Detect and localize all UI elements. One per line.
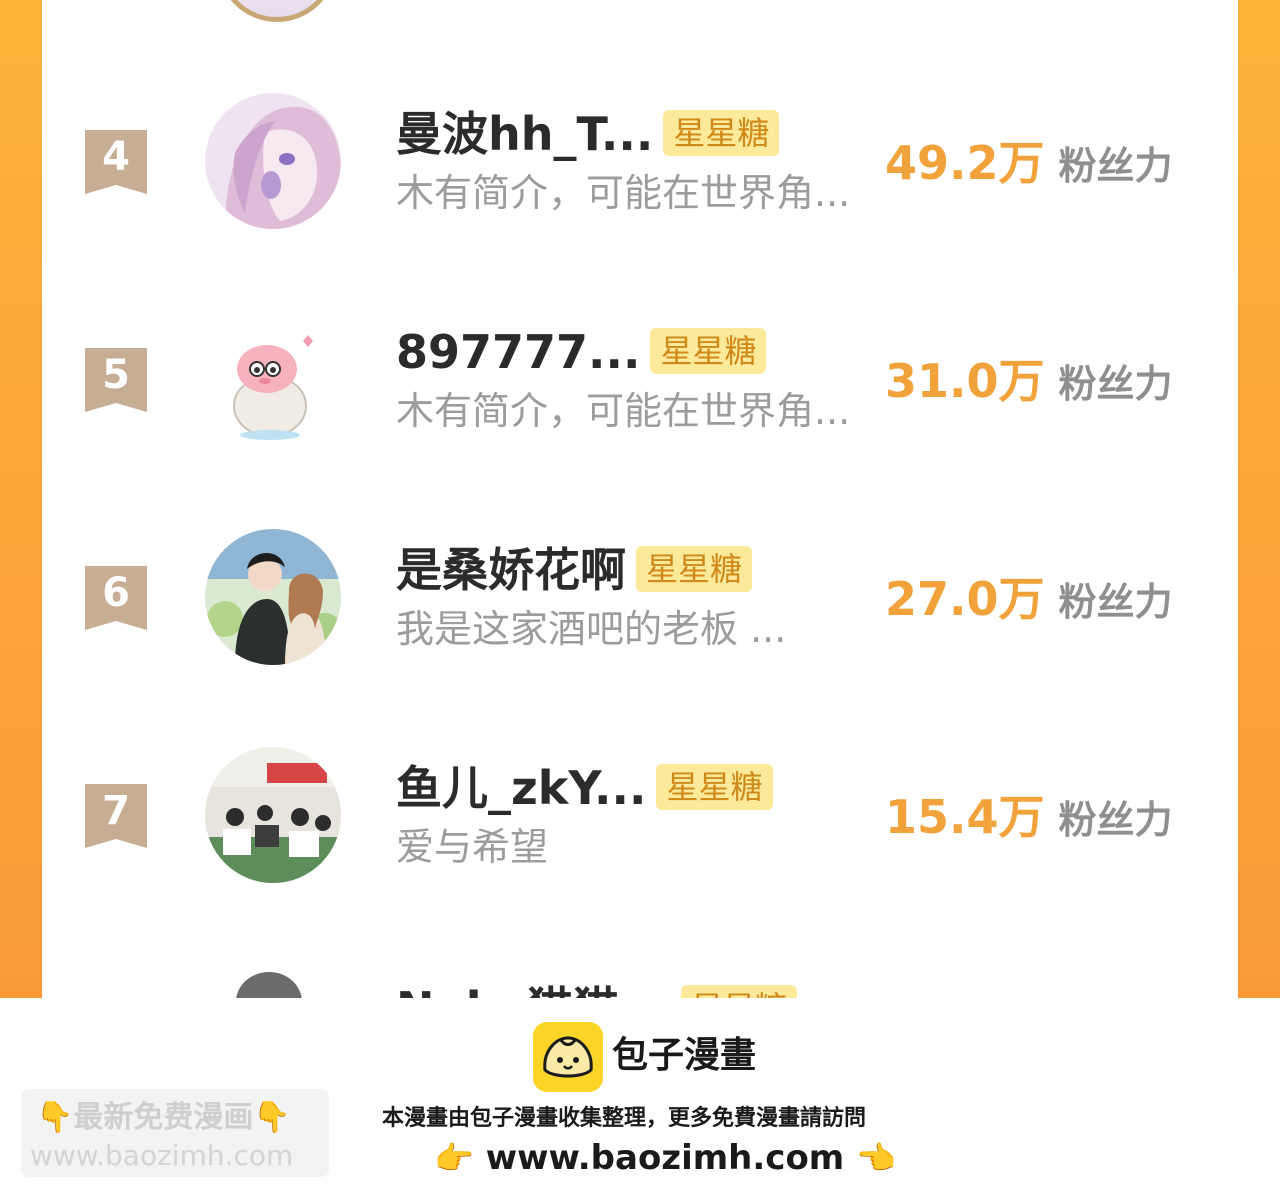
user-name-text: 是桑娇花啊 (396, 543, 626, 597)
user-name[interactable]: 曼波hh_T... 星星糖 (396, 107, 780, 161)
level-tag: 星星糖 (636, 546, 753, 592)
watermark-line2: www.baozimh.com (30, 1139, 294, 1172)
fans-value: 49.2万 (885, 136, 1045, 190)
watermark-line1: 👇最新免费漫画👇 (36, 1100, 291, 1135)
site-link[interactable]: 👉 www.baozimh.com 👈 (434, 1136, 896, 1180)
fans-unit: 粉丝力 (1058, 580, 1173, 624)
user-name-text: 鱼儿_zkY... (396, 761, 647, 815)
level-tag: 星星糖 (650, 328, 767, 374)
ranking-row[interactable]: 5 897777... 星星糖 木有简介，可能在世界角... 31.0万 粉丝力 (0, 278, 1280, 478)
user-name[interactable]: 是桑娇花啊 星星糖 (396, 543, 753, 597)
avatar-image (205, 93, 341, 229)
user-name[interactable]: 鱼儿_zkY... 星星糖 (396, 761, 773, 815)
fans-unit: 粉丝力 (1058, 144, 1173, 188)
fans-value: 31.0万 (885, 354, 1045, 408)
rank-badge: 6 (85, 566, 147, 630)
avatar[interactable] (205, 529, 341, 665)
baozi-logo-icon (533, 1022, 603, 1092)
avatar-image (205, 747, 341, 883)
fans-power: 49.2万 粉丝力 (885, 135, 1173, 202)
avatar[interactable] (205, 747, 341, 883)
level-tag: 星星糖 (663, 110, 780, 156)
fans-value: 15.4万 (885, 790, 1045, 844)
rank-badge: 7 (85, 784, 147, 848)
rank-badge: 4 (85, 130, 147, 194)
pointing-right-icon: 👉 (434, 1139, 474, 1177)
fans-power: 27.0万 粉丝力 (885, 571, 1173, 638)
user-desc: 木有简介，可能在世界角... (396, 389, 851, 433)
fans-power: 31.0万 粉丝力 (885, 353, 1173, 420)
logo-title: 包子漫畫 (612, 1035, 757, 1076)
footer-tagline: 本漫畫由包子漫畫收集整理，更多免費漫畫請訪問 (382, 1106, 867, 1131)
avatar[interactable] (205, 311, 341, 447)
ranking-row[interactable]: 4 曼波hh_T... 星星糖 木有简介，可能在世界角... 49.2万 粉丝力 (0, 60, 1280, 260)
avatar[interactable] (205, 93, 341, 229)
fans-value: 27.0万 (885, 572, 1045, 626)
rank-badge: 5 (85, 348, 147, 412)
avatar-image (205, 529, 341, 665)
user-name-text: 曼波hh_T... (396, 107, 654, 161)
user-desc: 木有简介，可能在世界角... (396, 171, 851, 215)
ranking-row[interactable]: 7 鱼儿_zkY... 星星糖 爱与希望 15.4万 粉丝力 (0, 714, 1280, 914)
site-url[interactable]: www.baozimh.com (486, 1138, 845, 1178)
fans-unit: 粉丝力 (1058, 362, 1173, 406)
fans-unit: 粉丝力 (1058, 798, 1173, 842)
pointing-left-icon: 👈 (856, 1139, 896, 1177)
fans-power: 15.4万 粉丝力 (885, 789, 1173, 856)
user-desc: 爱与希望 (396, 825, 549, 869)
level-tag: 星星糖 (656, 764, 773, 810)
user-name[interactable]: 897777... 星星糖 (396, 325, 767, 379)
user-name-text: 897777... (396, 325, 641, 379)
user-desc: 我是这家酒吧的老板 ... (396, 607, 787, 651)
ranking-row[interactable]: 6 是桑娇花啊 星星糖 我是这家酒吧的老板 ... 27.0万 粉丝力 (0, 496, 1280, 696)
avatar-image (205, 311, 341, 447)
